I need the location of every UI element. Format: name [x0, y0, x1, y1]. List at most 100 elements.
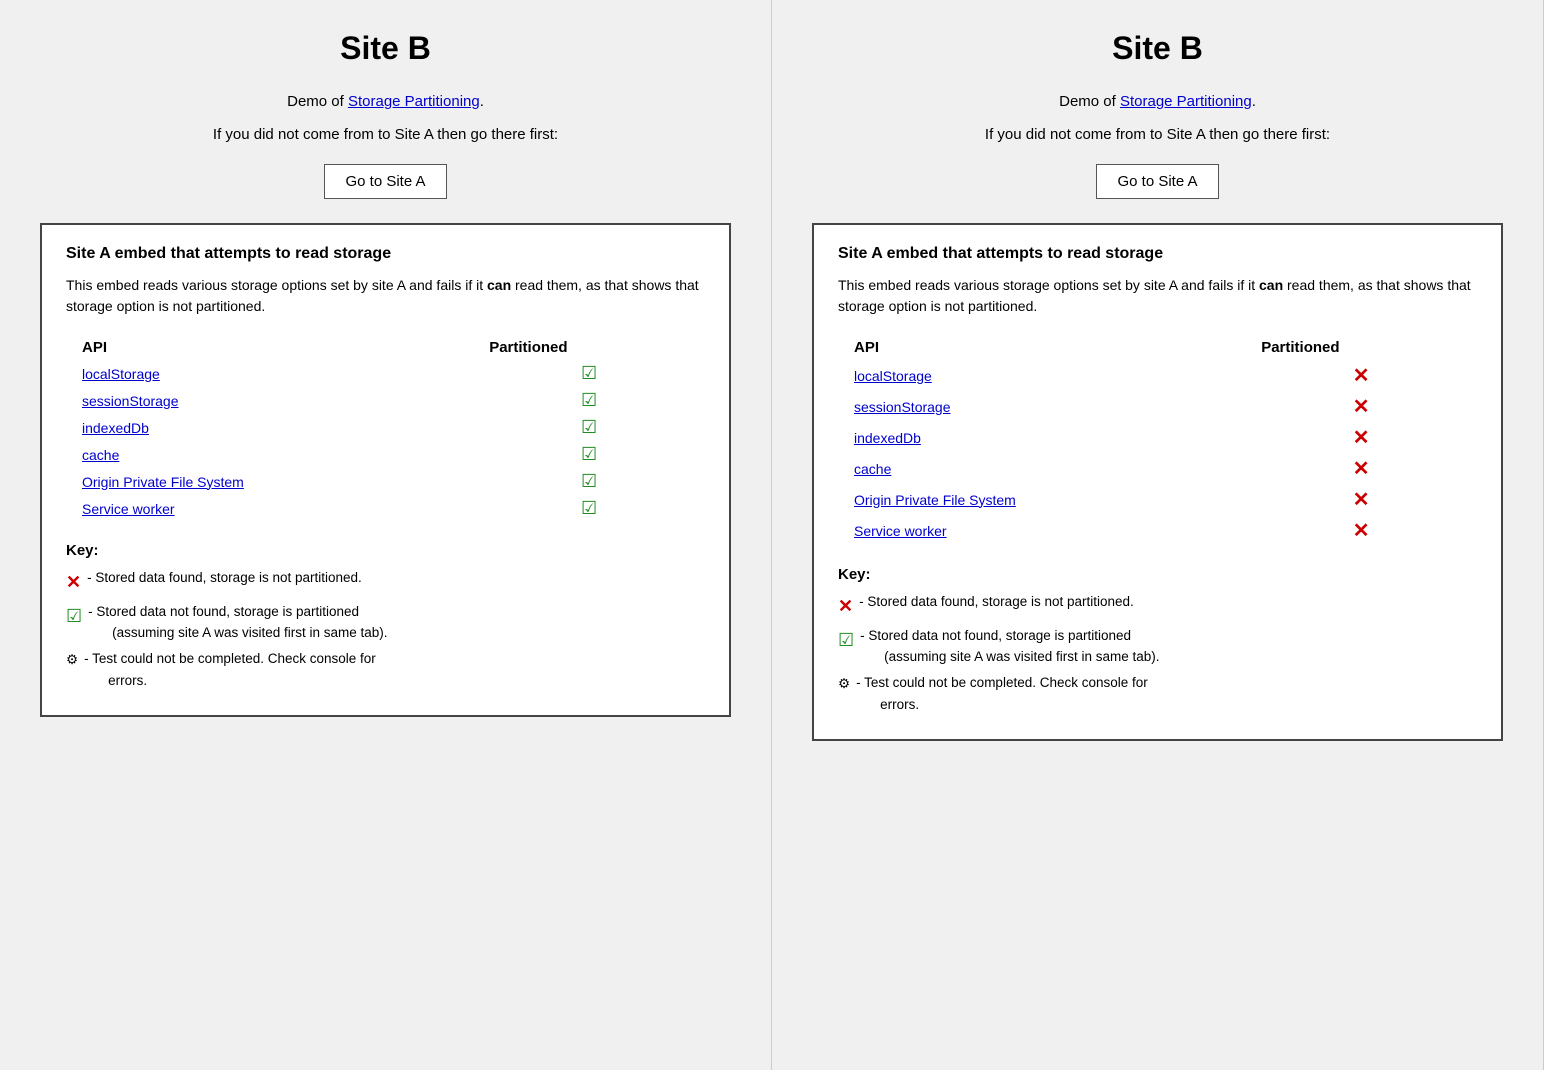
left-key-item-cross: ✕ - Stored data found, storage is not pa… — [66, 567, 705, 597]
right-key-check-line1: - Stored data not found, storage is part… — [860, 628, 1131, 643]
left-api-link-4[interactable]: Origin Private File System — [82, 474, 244, 490]
right-desc-bold: can — [1259, 277, 1283, 293]
right-table-row: sessionStorage ✕ — [838, 391, 1477, 422]
cross-icon: ✕ — [1353, 520, 1370, 542]
left-goto-button[interactable]: Go to Site A — [324, 164, 446, 199]
right-key-check-text: - Stored data not found, storage is part… — [860, 625, 1477, 668]
left-intro-before: Demo of — [287, 93, 348, 110]
right-embed-title: Site A embed that attempts to read stora… — [838, 245, 1477, 263]
left-status-2: ☑ — [473, 414, 705, 441]
left-storage-partitioning-link[interactable]: Storage Partitioning — [348, 93, 480, 110]
left-api-table: API Partitioned localStorage☑sessionStor… — [66, 335, 705, 522]
right-title: Site B — [812, 30, 1503, 67]
left-key-title: Key: — [66, 542, 705, 559]
right-goto-button[interactable]: Go to Site A — [1096, 164, 1218, 199]
left-embed-desc: This embed reads various storage options… — [66, 275, 705, 317]
right-key-item-check: ☑ - Stored data not found, storage is pa… — [838, 625, 1477, 668]
left-key-warning-icon: ⚙ — [66, 649, 78, 671]
right-embed-box: Site A embed that attempts to read stora… — [812, 223, 1503, 741]
right-table-row: Origin Private File System ✕ — [838, 484, 1477, 515]
check-icon: ☑ — [581, 471, 597, 491]
right-embed-desc: This embed reads various storage options… — [838, 275, 1477, 317]
cross-icon: ✕ — [1353, 489, 1370, 511]
right-col-partitioned: Partitioned — [1245, 335, 1477, 360]
left-intro: Demo of Storage Partitioning. — [40, 91, 731, 114]
right-key-warning-icon: ⚙ — [838, 673, 850, 695]
right-intro-after: . — [1252, 93, 1256, 110]
left-key-check-icon: ☑ — [66, 602, 82, 631]
right-key-check-icon: ☑ — [838, 626, 854, 655]
left-api-link-2[interactable]: indexedDb — [82, 420, 149, 436]
right-api-link-5[interactable]: Service worker — [854, 523, 947, 539]
left-table-row: Service worker ☑ — [66, 495, 705, 522]
right-goto-container: Go to Site A — [812, 164, 1503, 199]
left-desc-before: This embed reads various storage options… — [66, 277, 487, 293]
left-embed-box: Site A embed that attempts to read stora… — [40, 223, 731, 717]
left-desc-bold: can — [487, 277, 511, 293]
right-key-item-warning: ⚙ - Test could not be completed. Check c… — [838, 672, 1477, 715]
right-redirect-text: If you did not come from to Site A then … — [812, 124, 1503, 147]
right-status-5: ✕ — [1245, 515, 1477, 546]
right-panel: Site B Demo of Storage Partitioning. If … — [772, 0, 1544, 1070]
left-col-partitioned: Partitioned — [473, 335, 705, 360]
left-api-link-0[interactable]: localStorage — [82, 366, 160, 382]
left-key-cross-text: - Stored data found, storage is not part… — [87, 567, 705, 589]
right-key-warning-line2: errors. — [856, 697, 919, 712]
right-desc-before: This embed reads various storage options… — [838, 277, 1259, 293]
right-api-link-3[interactable]: cache — [854, 461, 891, 477]
left-api-link-3[interactable]: cache — [82, 447, 119, 463]
left-table-row: sessionStorage ☑ — [66, 387, 705, 414]
left-status-4: ☑ — [473, 468, 705, 495]
cross-icon: ✕ — [1353, 396, 1370, 418]
right-storage-partitioning-link[interactable]: Storage Partitioning — [1120, 93, 1252, 110]
right-status-2: ✕ — [1245, 422, 1477, 453]
right-table-row: cache ✕ — [838, 453, 1477, 484]
left-table-row: localStorage ☑ — [66, 360, 705, 387]
left-goto-container: Go to Site A — [40, 164, 731, 199]
right-key-section: Key: ✕ - Stored data found, storage is n… — [838, 566, 1477, 715]
left-key-item-check: ☑ - Stored data not found, storage is pa… — [66, 601, 705, 644]
right-status-0: ✕ — [1245, 360, 1477, 391]
right-key-check-line2: (assuming site A was visited first in sa… — [860, 649, 1159, 664]
right-key-title: Key: — [838, 566, 1477, 583]
left-api-link-5[interactable]: Service worker — [82, 501, 175, 517]
left-intro-after: . — [480, 93, 484, 110]
check-icon: ☑ — [581, 390, 597, 410]
left-redirect-text: If you did not come from to Site A then … — [40, 124, 731, 147]
left-api-link-1[interactable]: sessionStorage — [82, 393, 179, 409]
right-api-link-0[interactable]: localStorage — [854, 368, 932, 384]
left-status-0: ☑ — [473, 360, 705, 387]
right-table-row: Service worker ✕ — [838, 515, 1477, 546]
left-col-api: API — [66, 335, 473, 360]
right-api-table: API Partitioned localStorage✕sessionStor… — [838, 335, 1477, 546]
left-key-cross-icon: ✕ — [66, 568, 81, 597]
right-api-link-1[interactable]: sessionStorage — [854, 399, 951, 415]
left-key-warning-line1: - Test could not be completed. Check con… — [84, 651, 376, 666]
left-key-check-line2: (assuming site A was visited first in sa… — [88, 625, 387, 640]
check-icon: ☑ — [581, 498, 597, 518]
left-table-row: Origin Private File System ☑ — [66, 468, 705, 495]
check-icon: ☑ — [581, 417, 597, 437]
right-status-3: ✕ — [1245, 453, 1477, 484]
left-key-check-line1: - Stored data not found, storage is part… — [88, 604, 359, 619]
left-key-section: Key: ✕ - Stored data found, storage is n… — [66, 542, 705, 691]
left-key-warning-line2: errors. — [84, 673, 147, 688]
left-table-row: cache ☑ — [66, 441, 705, 468]
right-api-link-4[interactable]: Origin Private File System — [854, 492, 1016, 508]
left-table-row: indexedDb ☑ — [66, 414, 705, 441]
right-table-row: indexedDb ✕ — [838, 422, 1477, 453]
check-icon: ☑ — [581, 363, 597, 383]
right-status-1: ✕ — [1245, 391, 1477, 422]
left-key-check-text: - Stored data not found, storage is part… — [88, 601, 705, 644]
left-embed-title: Site A embed that attempts to read stora… — [66, 245, 705, 263]
left-status-5: ☑ — [473, 495, 705, 522]
check-icon: ☑ — [581, 444, 597, 464]
left-key-item-warning: ⚙ - Test could not be completed. Check c… — [66, 648, 705, 691]
right-col-api: API — [838, 335, 1245, 360]
cross-icon: ✕ — [1353, 458, 1370, 480]
left-title: Site B — [40, 30, 731, 67]
right-intro: Demo of Storage Partitioning. — [812, 91, 1503, 114]
right-api-link-2[interactable]: indexedDb — [854, 430, 921, 446]
right-key-cross-icon: ✕ — [838, 592, 853, 621]
left-key-warning-text: - Test could not be completed. Check con… — [84, 648, 705, 691]
